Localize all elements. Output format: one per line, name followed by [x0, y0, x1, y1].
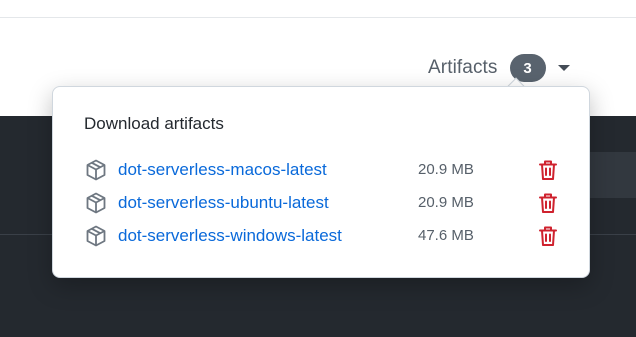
artifact-download-link[interactable]: dot-serverless-ubuntu-latest — [118, 193, 329, 213]
artifact-row: dot-serverless-ubuntu-latest 20.9 MB — [83, 186, 573, 219]
artifact-list: dot-serverless-macos-latest 20.9 MB dot-… — [83, 153, 573, 252]
trash-icon[interactable] — [536, 158, 560, 182]
log-row-highlight — [590, 152, 636, 198]
artifact-download-link[interactable]: dot-serverless-windows-latest — [118, 226, 342, 246]
artifact-download-link[interactable]: dot-serverless-macos-latest — [118, 160, 327, 180]
trash-icon[interactable] — [536, 191, 560, 215]
artifact-size: 47.6 MB — [418, 227, 474, 244]
package-icon — [86, 225, 106, 246]
top-bar — [0, 0, 636, 18]
trash-icon[interactable] — [536, 224, 560, 248]
package-icon — [86, 192, 106, 213]
artifact-size: 20.9 MB — [418, 161, 474, 178]
artifact-row: dot-serverless-macos-latest 20.9 MB — [83, 153, 573, 186]
artifacts-dropdown-toggle[interactable]: Artifacts 3 — [428, 52, 570, 84]
package-icon — [86, 159, 106, 180]
artifacts-label: Artifacts — [428, 57, 498, 78]
artifacts-popover: Download artifacts dot-serverless-macos-… — [52, 86, 590, 278]
popover-title: Download artifacts — [84, 114, 224, 133]
caret-down-icon — [557, 65, 570, 71]
artifact-size: 20.9 MB — [418, 194, 474, 211]
artifact-row: dot-serverless-windows-latest 47.6 MB — [83, 219, 573, 252]
